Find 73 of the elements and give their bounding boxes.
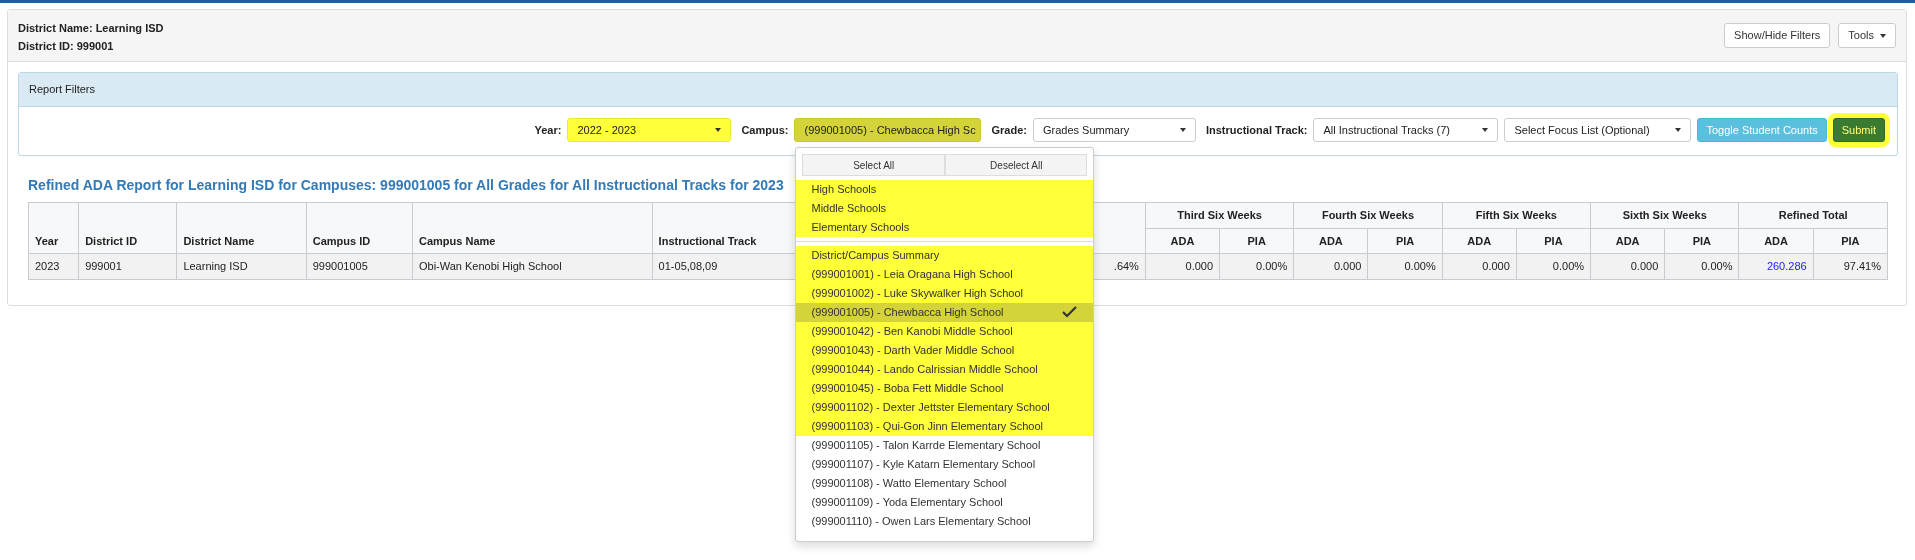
menu-item[interactable]: (999001001) - Leia Oragana High School (796, 265, 1094, 284)
column-header: PIA (1516, 228, 1591, 254)
table-cell: 0.000 (1590, 253, 1665, 280)
column-header: ADA (1145, 228, 1220, 254)
table-cell: 0.000 (1145, 253, 1220, 280)
menu-item[interactable]: High Schools (796, 180, 1094, 199)
column-header: PIA (1664, 228, 1739, 254)
tools-dropdown-button[interactable]: Tools (1838, 23, 1896, 48)
caret-icon (1179, 128, 1186, 132)
menu-item[interactable]: Elementary Schools (796, 218, 1094, 237)
field-label: Year: (534, 122, 562, 138)
table-cell: 97.41% (1813, 253, 1888, 280)
table-cell: 999001005 (306, 253, 413, 280)
district-name: District Name: Learning ISD (18, 21, 164, 36)
select-field[interactable]: Grades Summary (1032, 118, 1196, 142)
table-cell: 0.00% (1219, 253, 1294, 280)
table-cell: Obi-Wan Kenobi High School (412, 253, 653, 280)
column-header: ADA (1293, 228, 1368, 254)
menu-item[interactable]: (999001105) - Talon Karrde Elementary School (796, 436, 1094, 455)
caret-icon (1482, 128, 1489, 132)
menu-item[interactable]: (999001103) - Qui-Gon Jinn Elementary School (796, 417, 1094, 436)
menu-item[interactable]: (999001109) - Yoda Elementary School (796, 493, 1094, 512)
column-group-header: Refined Total (1738, 202, 1888, 228)
menu-item[interactable]: (999001042) - Ben Kanobi Middle School (796, 322, 1094, 341)
table-cell: 999001 (78, 253, 177, 280)
column-header: PIA (1219, 228, 1294, 254)
select-field[interactable]: Select Focus List (Optional) (1504, 118, 1692, 142)
panel-title: Report Filters (29, 82, 96, 98)
column-header: ADA (1590, 228, 1665, 254)
column-group-header: Fifth Six Weeks (1442, 202, 1591, 228)
column-group-header: Third Six Weeks (1145, 202, 1294, 228)
caret-icon (715, 128, 722, 132)
menu-item[interactable]: (999001002) - Luke Skywalker High School (796, 284, 1094, 303)
column-header: PIA (1813, 228, 1888, 254)
menu-item[interactable]: (999001005) - Chewbacca High School (796, 303, 1094, 322)
select-field[interactable]: (999001005) - Chewbacca High Sc (794, 118, 982, 142)
table-cell: 0.00% (1664, 253, 1739, 280)
menu-item[interactable]: (999001044) - Lando Calrissian Middle School (796, 360, 1094, 379)
menu-item[interactable]: (999001102) - Dexter Jettster Elementary School (796, 398, 1094, 417)
table-cell: 0.00% (1367, 253, 1443, 280)
column-group-header: Sixth Six Weeks (1590, 202, 1739, 228)
caret-icon (1880, 33, 1886, 38)
column-header: District ID (78, 202, 177, 254)
menu-action-button[interactable]: Deselect All (945, 154, 1088, 176)
column-header: Campus Name (412, 202, 653, 254)
menu-action-button[interactable]: Select All (802, 154, 945, 176)
field-label: Instructional Track: (1205, 122, 1308, 138)
column-group-header: Fourth Six Weeks (1293, 202, 1443, 228)
table-cell: 2023 (28, 253, 79, 280)
menu-item[interactable]: (999001107) - Kyle Katarn Elementary School (796, 455, 1094, 474)
select-field[interactable]: All Instructional Tracks (7) (1313, 118, 1499, 142)
report-title: Refined ADA Report for Learning ISD for Campuses: 999001005 for All Grades for All Instructional Tracks for 2023 (28, 176, 784, 195)
show-hide-filters-button[interactable]: Show/Hide Filters (1724, 23, 1831, 48)
district-id: District ID: 999001 (18, 39, 115, 54)
menu-item[interactable]: (999001045) - Boba Fett Middle School (796, 379, 1094, 398)
menu-item[interactable]: (999001108) - Watto Elementary School (796, 474, 1094, 493)
column-header: Year (28, 202, 79, 254)
menu-item[interactable]: District/Campus Summary (796, 246, 1094, 265)
table-cell: Learning ISD (176, 253, 307, 280)
column-header: Campus ID (306, 202, 413, 254)
menu-item[interactable]: (999001110) - Owen Lars Elementary School (796, 512, 1094, 531)
select-field[interactable]: 2022 - 2023 (567, 118, 732, 142)
field-label: Campus: (741, 122, 789, 138)
table-cell: 0.000 (1442, 253, 1517, 280)
check-icon (1062, 305, 1079, 320)
table-cell: 0.000 (1293, 253, 1368, 280)
menu-item[interactable]: Middle Schools (796, 199, 1094, 218)
menu-item[interactable]: (999001043) - Darth Vader Middle School (796, 341, 1094, 360)
caret-icon (1675, 128, 1682, 132)
column-header: ADA (1442, 228, 1517, 254)
column-header: District Name (176, 202, 307, 254)
table-cell: 0.00% (1516, 253, 1591, 280)
field-label: Grade: (991, 122, 1027, 138)
